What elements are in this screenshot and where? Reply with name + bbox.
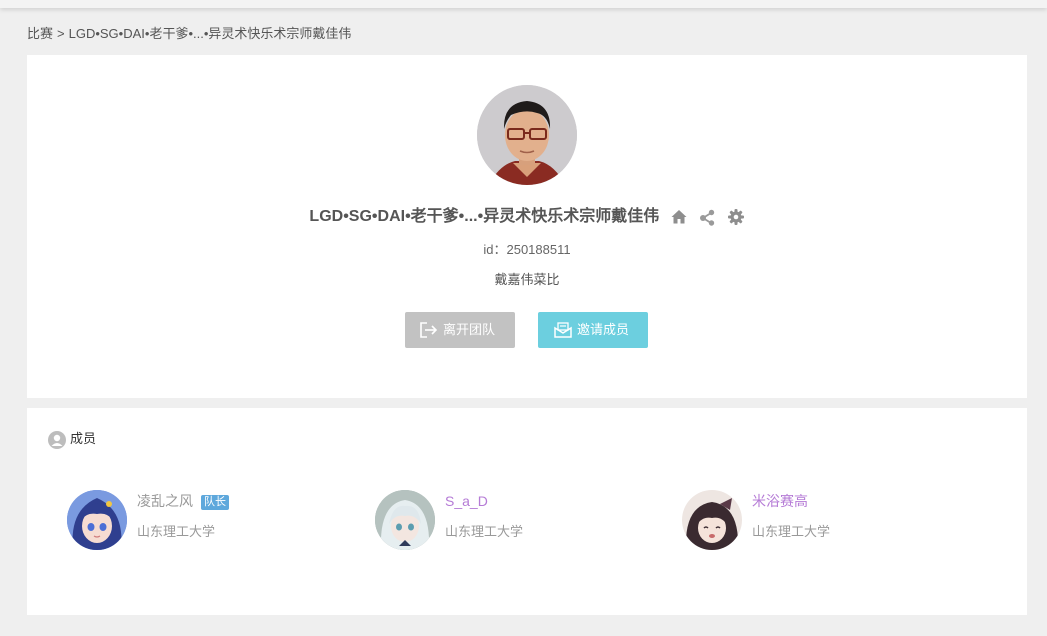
- team-id: id：250188511: [483, 242, 571, 257]
- member-name[interactable]: 米浴赛高: [752, 492, 808, 510]
- breadcrumb: 比赛 > LGD•SG•DAI•老干爹•...•异灵术快乐术宗师戴佳伟: [27, 25, 351, 43]
- member-avatar[interactable]: [682, 490, 742, 550]
- member-school: 山东理工大学: [752, 524, 831, 539]
- team-name-row: LGD•SG•DAI•老干爹•...•异灵术快乐术宗师戴佳伟: [27, 206, 1027, 228]
- envelope-icon: [554, 322, 572, 338]
- member-item[interactable]: 凌乱之风 队长 山东理工大学: [67, 490, 367, 550]
- member-name[interactable]: S_a_D: [445, 492, 488, 510]
- team-description: 戴嘉伟菜比: [494, 272, 560, 287]
- breadcrumb-root-link[interactable]: 比赛: [27, 26, 53, 41]
- member-name[interactable]: 凌乱之风 队长: [137, 492, 229, 510]
- leave-team-button[interactable]: 离开团队: [405, 312, 515, 348]
- breadcrumb-separator: >: [57, 26, 65, 41]
- invite-member-button[interactable]: 邀请成员: [538, 312, 648, 348]
- exit-icon: [420, 322, 438, 338]
- member-avatar[interactable]: [67, 490, 127, 550]
- member-name-text: S_a_D: [445, 493, 488, 509]
- member-name-text: 米浴赛高: [752, 493, 808, 509]
- share-icon[interactable]: [698, 208, 716, 226]
- breadcrumb-current: LGD•SG•DAI•老干爹•...•异灵术快乐术宗师戴佳伟: [68, 26, 352, 41]
- team-name: LGD•SG•DAI•老干爹•...•异灵术快乐术宗师戴佳伟: [309, 208, 660, 225]
- top-navbar: [0, 0, 1047, 8]
- member-item[interactable]: 米浴赛高 山东理工大学: [682, 490, 982, 550]
- home-icon[interactable]: [670, 208, 688, 226]
- user-icon: [48, 431, 66, 449]
- members-card: 成员 凌乱之风 队长 山东理工大学 S_a_D 山东理工大学 米浴赛高 山东理工…: [27, 408, 1027, 615]
- team-avatar: [477, 85, 577, 185]
- captain-badge: 队长: [201, 495, 229, 510]
- gear-icon[interactable]: [727, 208, 745, 226]
- team-profile-card: LGD•SG•DAI•老干爹•...•异灵术快乐术宗师戴佳伟 id：250188…: [27, 55, 1027, 398]
- members-title: 成员: [70, 431, 97, 446]
- member-school: 山东理工大学: [137, 524, 216, 539]
- invite-member-label: 邀请成员: [577, 322, 630, 337]
- member-school: 山东理工大学: [445, 524, 524, 539]
- member-name-text: 凌乱之风: [137, 493, 193, 509]
- leave-team-label: 离开团队: [443, 322, 496, 337]
- member-item[interactable]: S_a_D 山东理工大学: [375, 490, 675, 550]
- member-avatar[interactable]: [375, 490, 435, 550]
